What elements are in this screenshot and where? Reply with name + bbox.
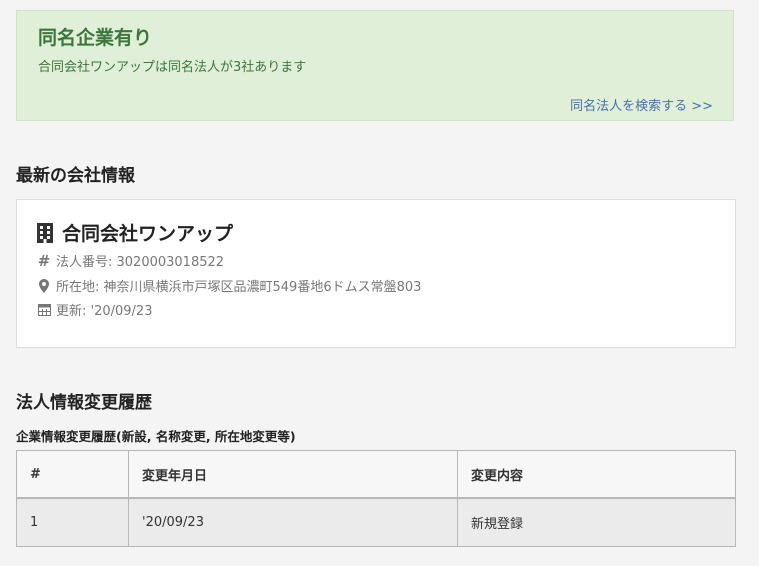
company-card: 合同会社ワンアップ # 法人番号: 3020003018522 所在地: 神奈川… [16, 199, 736, 348]
table-row: 1 '20/09/23 新規登録 [16, 497, 736, 547]
alert-title: 同名企業有り [38, 27, 153, 49]
alert-text: 合同会社ワンアップは同名法人が3社あります [38, 60, 307, 75]
col-index-header: # [16, 450, 129, 499]
history-table: # 変更年月日 変更内容 1 '20/09/23 新規登録 [16, 450, 736, 547]
row-index: 1 [16, 497, 129, 547]
updated-row: 更新: '20/09/23 [37, 300, 152, 319]
history-subheading: 企業情報変更履歴(新設, 名称変更, 所在地変更等) [16, 429, 296, 444]
col-date-header: 変更年月日 [128, 450, 458, 499]
company-name: 合同会社ワンアップ [37, 219, 233, 246]
address: 所在地: 神奈川県横浜市戸塚区品濃町549番地6ドムス常盤803 [56, 280, 422, 295]
row-content: 新規登録 [457, 497, 736, 547]
history-heading: 法人情報変更履歴 [16, 393, 152, 413]
updated-date: 更新: '20/09/23 [56, 304, 153, 319]
same-name-alert: 同名企業有り 合同会社ワンアップは同名法人が3社あります 同名法人を検索する >… [16, 10, 734, 121]
latest-info-heading: 最新の会社情報 [16, 166, 135, 186]
building-icon [37, 222, 53, 243]
calendar-icon [37, 303, 51, 317]
col-content-header: 変更内容 [457, 450, 736, 499]
corp-number: 法人番号: 3020003018522 [56, 255, 225, 270]
address-row: 所在地: 神奈川県横浜市戸塚区品濃町549番地6ドムス常盤803 [37, 276, 421, 295]
history-header-row: # 変更年月日 変更内容 [16, 450, 736, 499]
search-same-name-link[interactable]: 同名法人を検索する >> [570, 95, 713, 114]
row-date: '20/09/23 [128, 497, 458, 547]
hash-icon: # [37, 251, 51, 270]
corp-number-row: # 法人番号: 3020003018522 [37, 251, 225, 271]
company-name-text: 合同会社ワンアップ [62, 223, 234, 245]
map-marker-icon [37, 278, 51, 293]
